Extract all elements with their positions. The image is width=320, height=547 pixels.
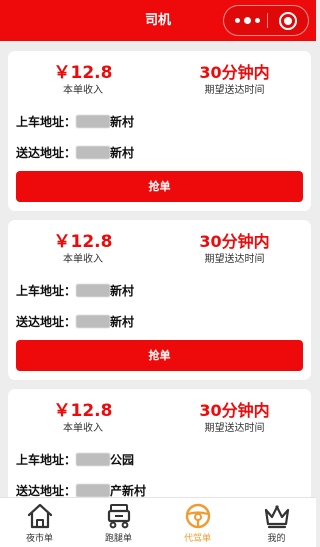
dropoff-address: 送达地址： 新村	[16, 144, 303, 162]
pickup-address-label: 上车地址：	[16, 453, 77, 467]
grab-order-button[interactable]: 抢单	[16, 340, 303, 371]
pickup-address-label: 上车地址：	[16, 284, 77, 298]
tab-night-market[interactable]: 夜市单	[0, 498, 79, 547]
crown-icon	[264, 505, 290, 529]
order-card: ￥12.8 本单收入 30分钟内 期望送达时间 上车地址： 公园 送达地址： 产新村…	[8, 389, 311, 497]
redacted-text	[76, 315, 111, 328]
miniprogram-capsule	[223, 5, 309, 36]
redacted-text	[76, 453, 111, 466]
order-price-label: 本单收入	[63, 85, 103, 96]
steering-wheel-icon	[185, 503, 211, 529]
redacted-text	[76, 484, 111, 497]
dropoff-address: 送达地址： 新村	[16, 313, 303, 331]
order-eta-label: 期望送达时间	[204, 423, 265, 434]
order-card: ￥12.8 本单收入 30分钟内 期望送达时间 上车地址： 新村 送达地址： 新村 …	[8, 51, 311, 211]
order-price: ￥12.8	[53, 232, 113, 252]
order-price-label: 本单收入	[63, 423, 103, 434]
order-card: ￥12.8 本单收入 30分钟内 期望送达时间 上车地址： 新村 送达地址： 新村 …	[8, 220, 311, 380]
tab-label: 跑腿单	[104, 534, 132, 544]
more-menu-icon[interactable]	[235, 6, 265, 35]
tab-label: 代驾单	[183, 534, 211, 544]
tab-designated-driver[interactable]: 代驾单	[158, 498, 237, 547]
pickup-address: 上车地址： 新村	[16, 113, 303, 131]
pickup-address-value: 新村	[110, 115, 135, 129]
order-eta: 30分钟内	[199, 232, 270, 251]
runner-box-icon	[107, 504, 131, 529]
pickup-address: 上车地址： 公园	[16, 451, 303, 469]
redacted-text	[76, 284, 111, 297]
tab-label: 夜市单	[25, 534, 53, 544]
dropoff-address-value: 新村	[110, 146, 135, 160]
order-price: ￥12.8	[53, 63, 113, 83]
redacted-text	[76, 115, 111, 128]
pickup-address-label: 上车地址：	[16, 115, 77, 129]
home-icon	[27, 503, 53, 529]
tab-mine[interactable]: 我的	[237, 498, 316, 547]
grab-order-button[interactable]: 抢单	[16, 171, 303, 202]
top-nav-bar: 司机	[0, 0, 316, 41]
close-miniprogram-icon[interactable]	[279, 12, 297, 30]
order-price: ￥12.8	[53, 401, 113, 421]
tab-errand[interactable]: 跑腿单	[79, 498, 158, 547]
redacted-text	[76, 146, 111, 159]
tab-label: 我的	[267, 534, 286, 544]
dropoff-address-label: 送达地址：	[16, 146, 77, 160]
order-eta-label: 期望送达时间	[204, 254, 265, 265]
bottom-tab-bar: 夜市单 跑腿单 代驾单 我的	[0, 497, 316, 547]
pickup-address-value: 公园	[110, 453, 135, 467]
order-eta: 30分钟内	[199, 63, 270, 82]
dropoff-address: 送达地址： 产新村	[16, 482, 303, 497]
order-list[interactable]: ￥12.8 本单收入 30分钟内 期望送达时间 上车地址： 新村 送达地址： 新村 …	[0, 41, 316, 497]
dropoff-address-label: 送达地址：	[16, 484, 77, 497]
dropoff-address-label: 送达地址：	[16, 315, 77, 329]
order-eta: 30分钟内	[199, 401, 270, 420]
dropoff-address-value: 产新村	[110, 484, 147, 497]
dropoff-address-value: 新村	[110, 315, 135, 329]
pickup-address: 上车地址： 新村	[16, 282, 303, 300]
order-price-label: 本单收入	[63, 254, 103, 265]
pickup-address-value: 新村	[110, 284, 135, 298]
order-eta-label: 期望送达时间	[204, 85, 265, 96]
capsule-divider	[267, 13, 268, 28]
